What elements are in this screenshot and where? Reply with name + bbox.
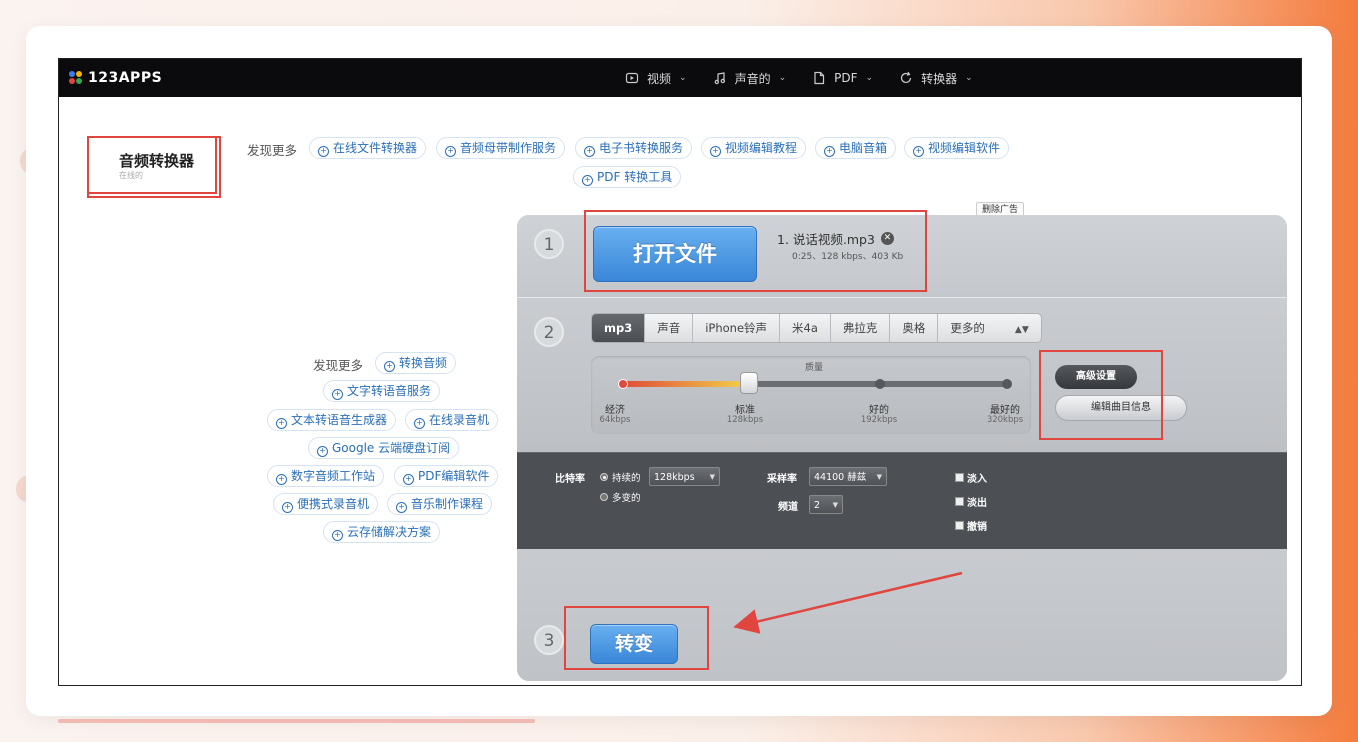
app-screenshot: 123APPS 视频 ⌄ 声音的 ⌄ PDF ⌄ 转换器 ⌄ 音频转换器 在线的 发现更… <box>58 58 1302 686</box>
decorative-bar <box>58 719 535 723</box>
annotation-arrow <box>733 571 963 634</box>
